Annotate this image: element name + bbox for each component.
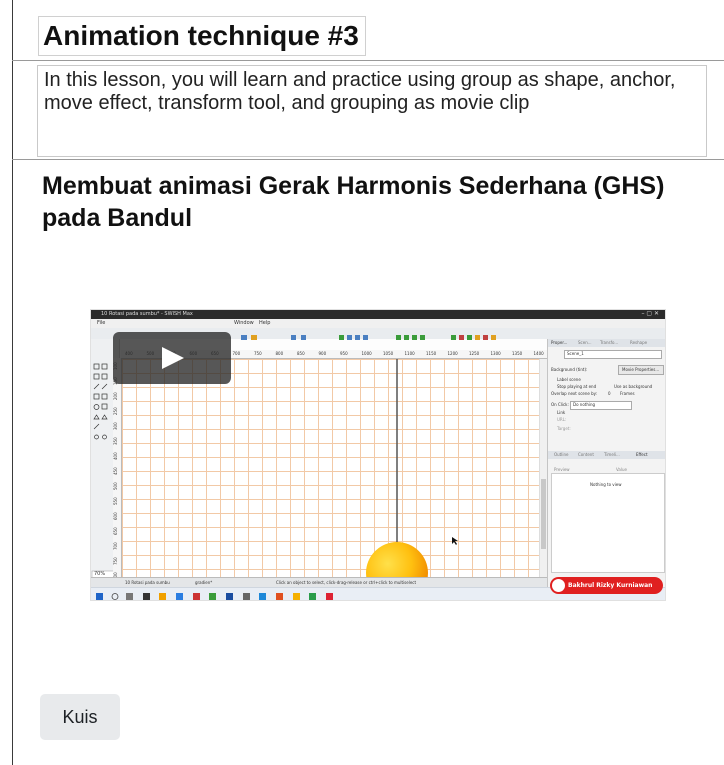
page-title: Animation technique #3	[38, 16, 366, 56]
frames-label: Frames	[620, 391, 635, 396]
ruler-tick: 450	[113, 467, 118, 475]
tab-scene[interactable]: Scen...	[578, 340, 592, 345]
url-label: URL:	[557, 417, 567, 422]
on-click-label: On Click:	[551, 402, 569, 407]
ruler-tick: 400	[113, 452, 118, 460]
overlap-value[interactable]: 0	[608, 391, 611, 396]
ruler-tick: 1000	[361, 351, 372, 356]
canvas-scrollbar[interactable]	[539, 359, 547, 581]
status-text: Click an object to select, click-drag-re…	[276, 580, 417, 585]
tab-outline[interactable]: Outline	[554, 452, 568, 457]
ruler-tick: 250	[113, 407, 118, 415]
ruler-tick: 1250	[469, 351, 480, 356]
target-label: Target:	[557, 426, 571, 431]
divider	[12, 159, 724, 160]
ruler-tick: 600	[113, 512, 118, 520]
on-click-select[interactable]: Do nothing	[570, 401, 632, 410]
left-border	[12, 0, 13, 765]
ruler-tick: 750	[113, 557, 118, 565]
app-titlebar: 10 Rotasi pada sumbu* - SWISH Max – ▢ ✕	[91, 310, 665, 319]
nothing-to-view: Nothing to view	[590, 482, 622, 487]
quiz-button[interactable]: Kuis	[40, 694, 120, 740]
label-scene-checkbox[interactable]: Label scene	[557, 377, 581, 382]
tab-content[interactable]: Content	[578, 452, 594, 457]
ruler-tick: 700	[113, 542, 118, 550]
panel-tabs: Proper... Scen... Transfo... Reshape	[548, 339, 665, 347]
preview-column: Preview	[554, 467, 570, 472]
stop-playing-checkbox[interactable]: Stop playing at end	[557, 384, 596, 389]
effect-list: Nothing to view	[551, 473, 665, 573]
play-button[interactable]	[113, 332, 231, 384]
menu-help: Help	[259, 320, 271, 326]
mouse-cursor-icon	[452, 537, 458, 545]
ruler-tick: 900	[318, 351, 327, 356]
properties-panel: Proper... Scen... Transfo... Reshape Sce…	[547, 339, 665, 587]
tab-timeline[interactable]: Timeli...	[604, 452, 620, 457]
background-label: Background (tint):	[551, 367, 588, 372]
pendulum-ball[interactable]	[366, 542, 428, 581]
ruler-tick: 1400	[533, 351, 544, 356]
ruler-tick: 350	[113, 437, 118, 445]
play-icon	[162, 347, 184, 369]
tab-reshape[interactable]: Reshape	[630, 340, 647, 345]
channel-avatar	[552, 579, 565, 592]
value-column: Value	[616, 467, 627, 472]
app-window-title: 10 Rotasi pada sumbu* - SWISH Max	[101, 311, 193, 317]
ruler-tick: 1200	[447, 351, 458, 356]
channel-name: Bakhrul Rizky Kurniawan	[568, 582, 653, 589]
ruler-tick: 850	[297, 351, 305, 356]
tab-properties[interactable]: Proper...	[551, 340, 567, 345]
use-as-background-checkbox[interactable]: Use as background	[614, 384, 652, 389]
divider	[12, 60, 724, 61]
ruler-tick: 1300	[490, 351, 501, 356]
scene-tab-rotasi[interactable]: 10 Rotasi pada sumbu	[125, 580, 170, 585]
effect-tabs: Outline Content Timeli... Effect	[548, 451, 665, 459]
app-menubar: File Window Help	[91, 319, 665, 328]
ruler-tick: 1100	[404, 351, 415, 356]
menu-window: Window	[234, 320, 254, 326]
ruler-tick: 1050	[383, 351, 394, 356]
overlap-label: Overlap next scene by:	[551, 391, 598, 396]
ruler-tick: 500	[113, 482, 118, 490]
channel-subscribe-badge[interactable]: Bakhrul Rizky Kurniawan	[550, 577, 663, 594]
ruler-tick: 750	[254, 351, 262, 356]
link-label: Link	[557, 410, 566, 415]
ruler-tick: 950	[340, 351, 348, 356]
tab-effect[interactable]: Effect	[636, 452, 648, 457]
ruler-tick: 300	[113, 422, 118, 430]
tab-transform[interactable]: Transfo...	[600, 340, 618, 345]
ruler-tick: 1150	[426, 351, 437, 356]
ruler-tick: 650	[113, 527, 118, 535]
video-player[interactable]: 10 Rotasi pada sumbu* - SWISH Max – ▢ ✕ …	[91, 310, 665, 600]
pendulum	[366, 359, 458, 581]
scene-name-field[interactable]: Scene_1	[564, 350, 662, 359]
ruler-tick: 200	[113, 392, 118, 400]
ruler-left: 1001502002503003504004505005506006507007…	[113, 358, 122, 586]
scene-tabs-bar: 10 Rotasi pada sumbu gradien* Click an o…	[91, 577, 547, 587]
video-title: Membuat animasi Gerak Harmonis Sederhana…	[42, 172, 665, 232]
ruler-tick: 1350	[512, 351, 523, 356]
window-controls: – ▢ ✕	[641, 310, 659, 317]
taskbar-icons	[96, 593, 333, 600]
ruler-tick: 700	[232, 351, 241, 356]
lesson-description: In this lesson, you will learn and pract…	[37, 65, 707, 157]
menu-file: File	[97, 320, 106, 326]
stage-canvas[interactable]	[122, 359, 539, 581]
scene-tab-gradien[interactable]: gradien*	[195, 580, 212, 585]
ruler-tick: 800	[275, 351, 284, 356]
movie-properties-button[interactable]: Movie Properties...	[618, 365, 664, 375]
ruler-tick: 550	[113, 497, 118, 505]
